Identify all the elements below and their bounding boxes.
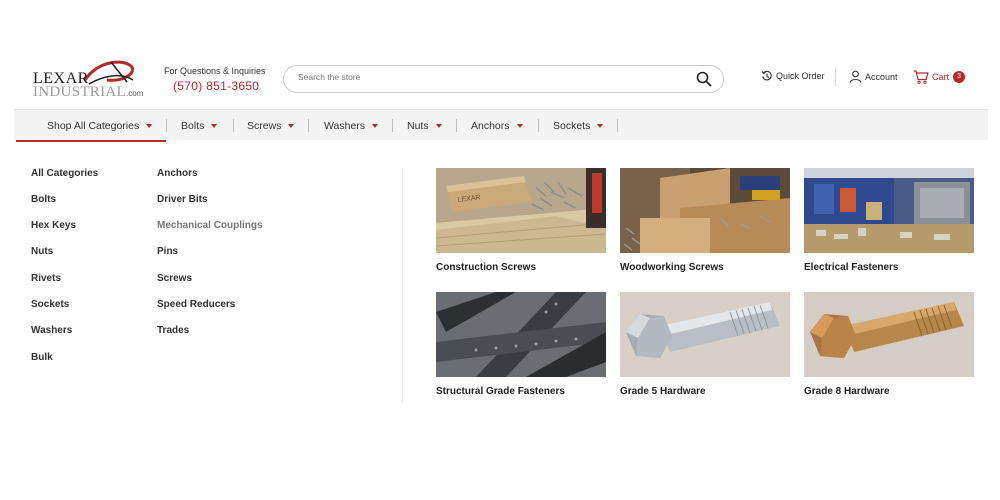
caret-down-icon	[597, 123, 604, 128]
tile-grade-8-hardware[interactable]: Grade 8 Hardware	[804, 292, 974, 397]
tile-caption: Structural Grade Fasteners	[436, 386, 565, 397]
menu-speed-reducers[interactable]: Speed Reducers	[157, 299, 235, 310]
site-logo[interactable]: LEXAR INDUSTRIAL.com	[33, 58, 143, 100]
tile-grade-5-hardware[interactable]: Grade 5 Hardware	[620, 292, 790, 397]
nav-divider	[538, 119, 539, 132]
tile-caption: Grade 8 Hardware	[804, 386, 890, 397]
nav-label: Sockets	[553, 119, 591, 132]
nav-divider	[392, 119, 393, 132]
contact-phone-link[interactable]: (570) 851-3650	[173, 79, 266, 93]
menu-bolts[interactable]: Bolts	[31, 194, 56, 205]
nav-label: Washers	[324, 119, 366, 132]
menu-anchors[interactable]: Anchors	[157, 168, 198, 179]
menu-sockets[interactable]: Sockets	[31, 299, 69, 310]
contact-block: For Questions & Inquiries (570) 851-3650	[164, 66, 266, 93]
nav-divider	[308, 119, 309, 132]
main-nav: Shop All Categories Bolts Screws Washers…	[14, 109, 988, 140]
caret-down-icon	[211, 123, 218, 128]
caret-down-icon	[372, 123, 379, 128]
caret-down-icon	[146, 123, 153, 128]
nav-anchors[interactable]: Anchors	[471, 110, 523, 141]
nav-washers[interactable]: Washers	[324, 110, 379, 141]
nav-active-indicator	[16, 140, 166, 142]
cart-icon	[913, 70, 929, 84]
menu-all-categories[interactable]: All Categories	[31, 168, 98, 179]
tile-caption: Grade 5 Hardware	[620, 386, 706, 397]
logo-dotcom: .com	[126, 89, 144, 98]
search-button[interactable]	[696, 71, 712, 87]
quick-order-link[interactable]: Quick Order	[761, 70, 825, 82]
quick-order-label: Quick Order	[776, 71, 825, 81]
nav-nuts[interactable]: Nuts	[407, 110, 442, 141]
nav-divider	[617, 119, 618, 132]
cart-link[interactable]: Cart 3	[913, 70, 966, 84]
nav-label: Shop All Categories	[47, 119, 140, 132]
header-divider	[835, 68, 836, 86]
caret-down-icon	[516, 123, 523, 128]
woodworking-screws-image	[620, 168, 790, 253]
menu-nuts[interactable]: Nuts	[31, 246, 53, 257]
menu-pins[interactable]: Pins	[157, 246, 178, 257]
cart-label: Cart	[932, 72, 950, 82]
tile-caption: Woodworking Screws	[620, 262, 724, 273]
menu-divider	[402, 168, 403, 402]
menu-driver-bits[interactable]: Driver Bits	[157, 194, 208, 205]
nav-divider	[233, 119, 234, 132]
nav-label: Screws	[247, 119, 282, 132]
nav-divider	[456, 119, 457, 132]
tile-structural-grade-fasteners[interactable]: Structural Grade Fasteners	[436, 292, 606, 397]
menu-washers[interactable]: Washers	[31, 325, 72, 336]
account-link[interactable]: Account	[849, 70, 898, 83]
search-icon	[696, 71, 712, 87]
menu-hex-keys[interactable]: Hex Keys	[31, 220, 76, 231]
menu-trades[interactable]: Trades	[157, 325, 189, 336]
grade-5-bolt-image	[620, 292, 790, 377]
history-icon	[761, 70, 772, 81]
nav-label: Bolts	[181, 119, 205, 132]
search-bar	[283, 65, 724, 93]
caret-down-icon	[435, 123, 442, 128]
nav-sockets[interactable]: Sockets	[553, 110, 604, 141]
cart-count-badge: 3	[953, 71, 966, 83]
logo-text-bottom: INDUSTRIAL.com	[33, 84, 144, 100]
tile-caption: Electrical Fasteners	[804, 262, 899, 273]
nav-label: Anchors	[471, 119, 510, 132]
account-label: Account	[865, 71, 898, 82]
user-icon	[849, 70, 862, 83]
electrical-fasteners-image	[804, 168, 974, 253]
nav-shop-all-categories[interactable]: Shop All Categories	[47, 110, 153, 141]
menu-mechanical-couplings[interactable]: Mechanical Couplings	[157, 220, 263, 231]
nav-divider	[166, 119, 167, 132]
menu-screws[interactable]: Screws	[157, 273, 192, 284]
nav-bolts[interactable]: Bolts	[181, 110, 218, 141]
structural-fasteners-image	[436, 292, 606, 377]
menu-rivets[interactable]: Rivets	[31, 273, 61, 284]
nav-label: Nuts	[407, 119, 429, 132]
construction-screws-image: LEXAR	[436, 168, 606, 253]
tile-electrical-fasteners[interactable]: Electrical Fasteners	[804, 168, 974, 273]
grade-8-bolt-image	[804, 292, 974, 377]
tile-woodworking-screws[interactable]: Woodworking Screws	[620, 168, 790, 273]
search-input[interactable]	[298, 72, 688, 82]
contact-label: For Questions & Inquiries	[164, 66, 266, 76]
menu-bulk[interactable]: Bulk	[31, 352, 53, 363]
nav-screws[interactable]: Screws	[247, 110, 295, 141]
tile-construction-screws[interactable]: LEXAR Construction Screws	[436, 168, 606, 273]
caret-down-icon	[288, 123, 295, 128]
tile-caption: Construction Screws	[436, 262, 537, 273]
